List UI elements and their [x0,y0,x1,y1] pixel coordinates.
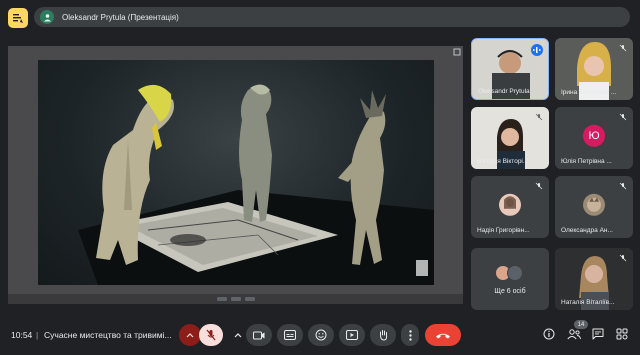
emoji-icon [315,329,327,341]
mic-off-icon [206,329,216,341]
chat-icon [592,328,604,340]
participant-name: Oleksandr Prytula [478,88,530,95]
camera-icon [253,331,265,339]
participant-name: Юлія Петрівна ... [561,158,612,165]
mic-off-icon [535,113,543,121]
participant-name: Надія Григорівн... [477,227,530,234]
participant-tile-yuliia[interactable]: Ю Юлія Петрівна ... [555,107,633,169]
slide-next[interactable] [244,297,255,301]
end-call-icon [436,333,450,338]
chevron-up-icon [186,333,194,338]
mic-off-icon [619,44,627,52]
avatar: Ю [583,124,605,147]
bottom-control-bar: 10:54 | Сучасне мистецтво та тривимі... [0,318,640,355]
info-icon [543,328,555,340]
participant-name: Вікторія Вікторі... [477,158,529,165]
participant-tile-oleksandr[interactable]: Oleksandr Prytula [471,38,549,100]
more-vert-icon [408,329,412,341]
participant-tile-nadiia[interactable]: Надія Григорівн... [471,176,549,238]
video-options-button[interactable] [232,324,244,346]
mic-off-icon [619,113,627,121]
slide-zoom[interactable] [230,297,241,301]
people-icon [567,328,581,339]
avatar [583,193,605,216]
participant-tile-oleksandra[interactable]: Олександра Ан... [555,176,633,238]
more-options-button[interactable] [401,324,419,346]
presenter-avatar [40,10,54,24]
avatar [499,193,521,216]
present-button[interactable] [339,324,365,346]
chevron-up-icon [234,333,242,338]
top-bar: Oleksandr Prytula (Презентація) [0,0,640,36]
participant-tile-nataliia[interactable]: Наталія Віталіїв... [555,248,633,310]
raise-hand-icon [379,330,387,341]
more-participants-label: Ще 6 осіб [494,288,526,295]
raise-hand-button[interactable] [370,324,396,346]
camera-toggle-button[interactable] [246,324,272,346]
mic-toggle-button[interactable] [199,324,223,346]
meeting-clock: 10:54 [11,330,33,340]
participant-name: Ірина Віталіївна ... [561,89,617,96]
slide-prev[interactable] [216,297,227,301]
present-icon [346,330,358,340]
mic-off-icon [619,254,627,262]
activities-button[interactable] [614,326,630,342]
shared-slide-image [38,60,434,285]
mic-off-icon [619,182,627,190]
participant-name: Олександра Ан... [561,227,613,234]
participant-name: Наталія Віталіїв... [561,299,615,306]
presenter-label: Oleksandr Prytula (Презентація) [62,12,179,22]
presenter-banner[interactable]: Oleksandr Prytula (Презентація) [34,7,630,27]
participant-tile-iryna[interactable]: Ірина Віталіївна ... [555,38,633,100]
presentation-stage[interactable] [8,46,463,304]
meeting-title: Сучасне мистецтво та тривимі... [44,330,172,340]
participant-tile-more[interactable]: Ще 6 осіб [471,248,549,310]
leave-call-button[interactable] [425,324,461,346]
pin-icon[interactable] [453,48,461,56]
emoji-button[interactable] [308,324,334,346]
more-avatars [495,265,525,281]
title-separator: | [36,330,39,340]
chat-button[interactable] [590,326,606,342]
slide-toolbar[interactable] [8,294,463,304]
participant-tile-viktoriia[interactable]: Вікторія Вікторі... [471,107,549,169]
meeting-details-button[interactable] [541,326,557,342]
activities-icon [616,328,628,340]
captions-button[interactable] [277,324,303,346]
lines-icon[interactable] [8,8,28,28]
meet-window: Oleksandr Prytula (Презентація) Oleksand… [0,0,640,355]
mic-off-icon [535,182,543,190]
captions-icon [284,330,296,340]
speaking-indicator-icon [531,44,543,56]
people-count-badge: 14 [574,320,588,329]
audio-options-button[interactable] [179,324,201,346]
avatar [507,265,523,281]
